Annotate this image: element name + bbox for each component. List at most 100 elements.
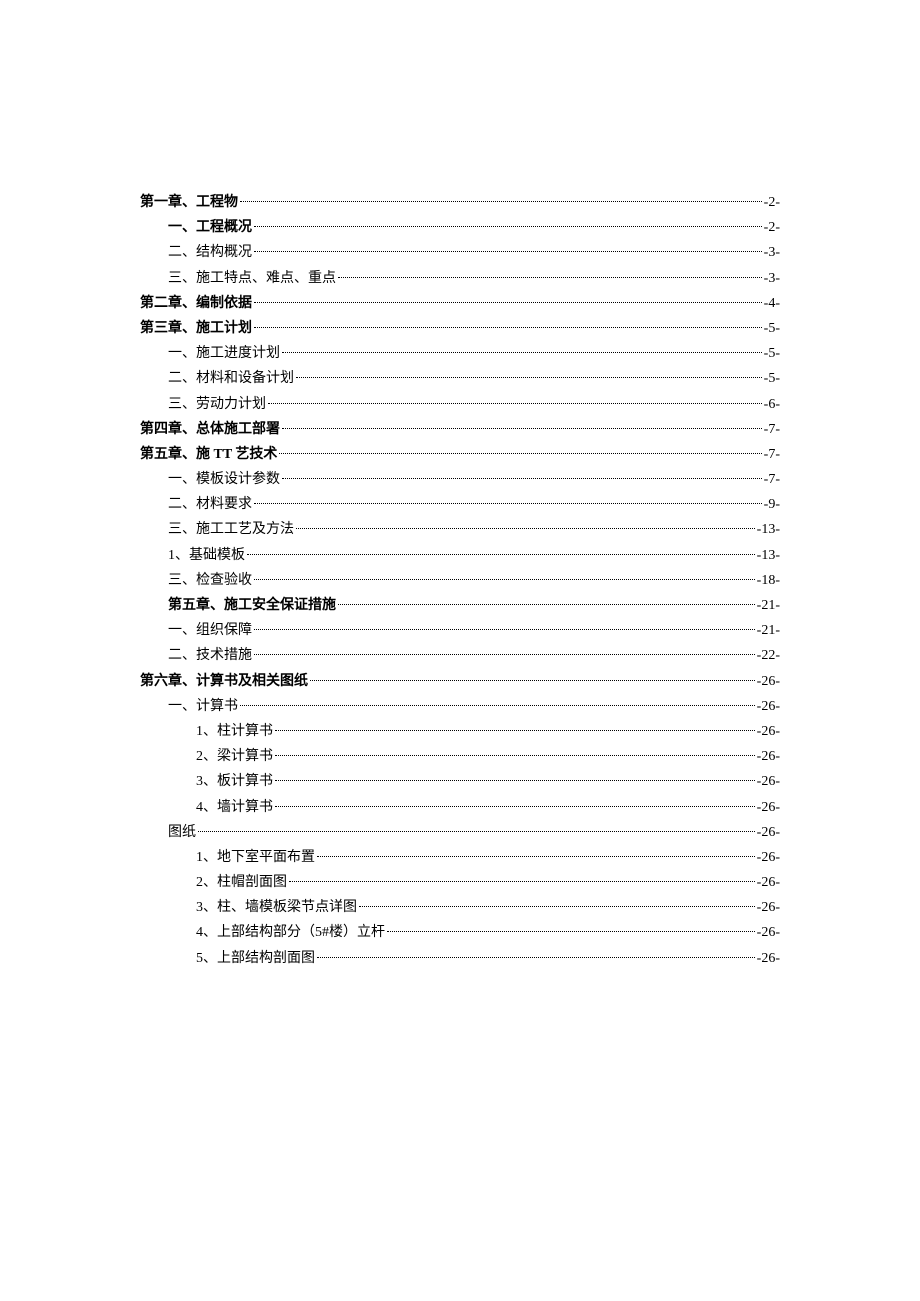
toc-dots [317,856,755,857]
toc-entry: 1、柱计算书 -26- [140,719,780,744]
toc-entry: 一、施工进度计划 -5- [140,341,780,366]
toc-page: -22- [757,643,780,668]
toc-dots [279,453,761,454]
toc-page: -26- [757,870,780,895]
toc-dots [338,277,762,278]
toc-label: 第四章、总体施工部署 [140,417,280,442]
toc-dots [254,629,755,630]
toc-dots [359,906,755,907]
toc-label: 一、施工进度计划 [168,341,280,366]
toc-entry: 第六章、计算书及相关图纸 -26- [140,669,780,694]
toc-label: 1、地下室平面布置 [196,845,315,870]
toc-dots [268,403,762,404]
toc-label: 三、检查验收 [168,568,252,593]
toc-entry: 第四章、总体施工部署 -7- [140,417,780,442]
toc-label: 3、柱、墙模板梁节点详图 [196,895,357,920]
toc-dots [254,654,755,655]
toc-page: -26- [757,845,780,870]
toc-dots [247,554,755,555]
toc-label: 第五章、施工安全保证措施 [168,593,336,618]
toc-label: 一、工程概况 [168,215,252,240]
toc-entry: 2、柱帽剖面图-26- [140,870,780,895]
toc-dots [282,352,762,353]
toc-dots [310,680,755,681]
toc-page: -26- [757,795,780,820]
toc-page: -26- [757,719,780,744]
toc-label: 一、计算书 [168,694,238,719]
toc-page: -7- [764,442,780,467]
toc-entry: 二、结构概况-3- [140,240,780,265]
toc-entry: 1、地下室平面布置 -26- [140,845,780,870]
toc-page: -2- [764,215,780,240]
toc-entry: 5、上部结构剖面图-26- [140,946,780,971]
toc-label: 4、上部结构部分（5#楼）立杆 [196,920,385,945]
toc-entry: 二、材料和设备计划-5- [140,366,780,391]
toc-page: -26- [757,895,780,920]
toc-page: -13- [757,543,780,568]
toc-page: -7- [764,467,780,492]
toc-label: 3、板计算书 [196,769,273,794]
toc-label: 三、施工特点、难点、重点 [168,266,336,291]
toc-page: -26- [757,744,780,769]
toc-page: -13- [757,517,780,542]
toc-label: 二、技术措施 [168,643,252,668]
toc-dots [282,428,762,429]
toc-entry: 3、柱、墙模板梁节点详图 -26- [140,895,780,920]
toc-page: -21- [757,593,780,618]
toc-label: 二、结构概况 [168,240,252,265]
toc-page: -26- [757,669,780,694]
toc-entry: 第五章、施 TT 艺技术-7- [140,442,780,467]
toc-entry: 一、模板设计参数 -7- [140,467,780,492]
toc-dots [275,755,755,756]
toc-dots [254,251,762,252]
toc-page: -4- [764,291,780,316]
toc-dots [198,831,755,832]
toc-label: 一、组织保障 [168,618,252,643]
toc-dots [254,302,762,303]
toc-entry: 4、上部结构部分（5#楼）立杆-26- [140,920,780,945]
toc-dots [275,806,755,807]
toc-label: 第六章、计算书及相关图纸 [140,669,308,694]
toc-entry: 第五章、施工安全保证措施 -21- [140,593,780,618]
toc-dots [240,201,762,202]
toc-page: -21- [757,618,780,643]
toc-entry: 三、施工特点、难点、重点 -3- [140,266,780,291]
toc-label: 三、施工工艺及方法 [168,517,294,542]
toc-entry: 二、技术措施 -22- [140,643,780,668]
toc-entry: 三、施工工艺及方法 -13- [140,517,780,542]
toc-page: -3- [764,266,780,291]
toc-page: -26- [757,820,780,845]
toc-entry: 三、检查验收-18- [140,568,780,593]
toc-page: -9- [764,492,780,517]
toc-entry: 第二章、编制依据-4- [140,291,780,316]
toc-entry: 一、组织保障 -21- [140,618,780,643]
toc-label: 一、模板设计参数 [168,467,280,492]
toc-dots [338,604,755,605]
toc-entry: 第三章、施工计划-5- [140,316,780,341]
table-of-contents: 第一章、工程物-2-一、工程概况-2-二、结构概况-3-三、施工特点、难点、重点… [140,190,780,971]
toc-dots [254,327,762,328]
toc-dots [296,377,762,378]
toc-entry: 二、材料要求-9- [140,492,780,517]
toc-dots [254,503,762,504]
toc-label: 2、梁计算书 [196,744,273,769]
toc-entry: 1、基础模板-13- [140,543,780,568]
toc-dots [254,226,762,227]
toc-page: -26- [757,769,780,794]
toc-entry: 第一章、工程物-2- [140,190,780,215]
toc-entry: 2、梁计算书 -26- [140,744,780,769]
toc-dots [275,780,755,781]
toc-dots [275,730,755,731]
toc-page: -26- [757,694,780,719]
toc-entry: 4、墙计算书 -26- [140,795,780,820]
toc-entry: 一、工程概况 -2- [140,215,780,240]
toc-page: -5- [764,366,780,391]
toc-page: -7- [764,417,780,442]
toc-page: -26- [757,946,780,971]
toc-page: -5- [764,341,780,366]
toc-label: 三、劳动力计划 [168,392,266,417]
toc-entry: 3、板计算书 -26- [140,769,780,794]
toc-label: 1、柱计算书 [196,719,273,744]
toc-dots [289,881,755,882]
toc-label: 4、墙计算书 [196,795,273,820]
